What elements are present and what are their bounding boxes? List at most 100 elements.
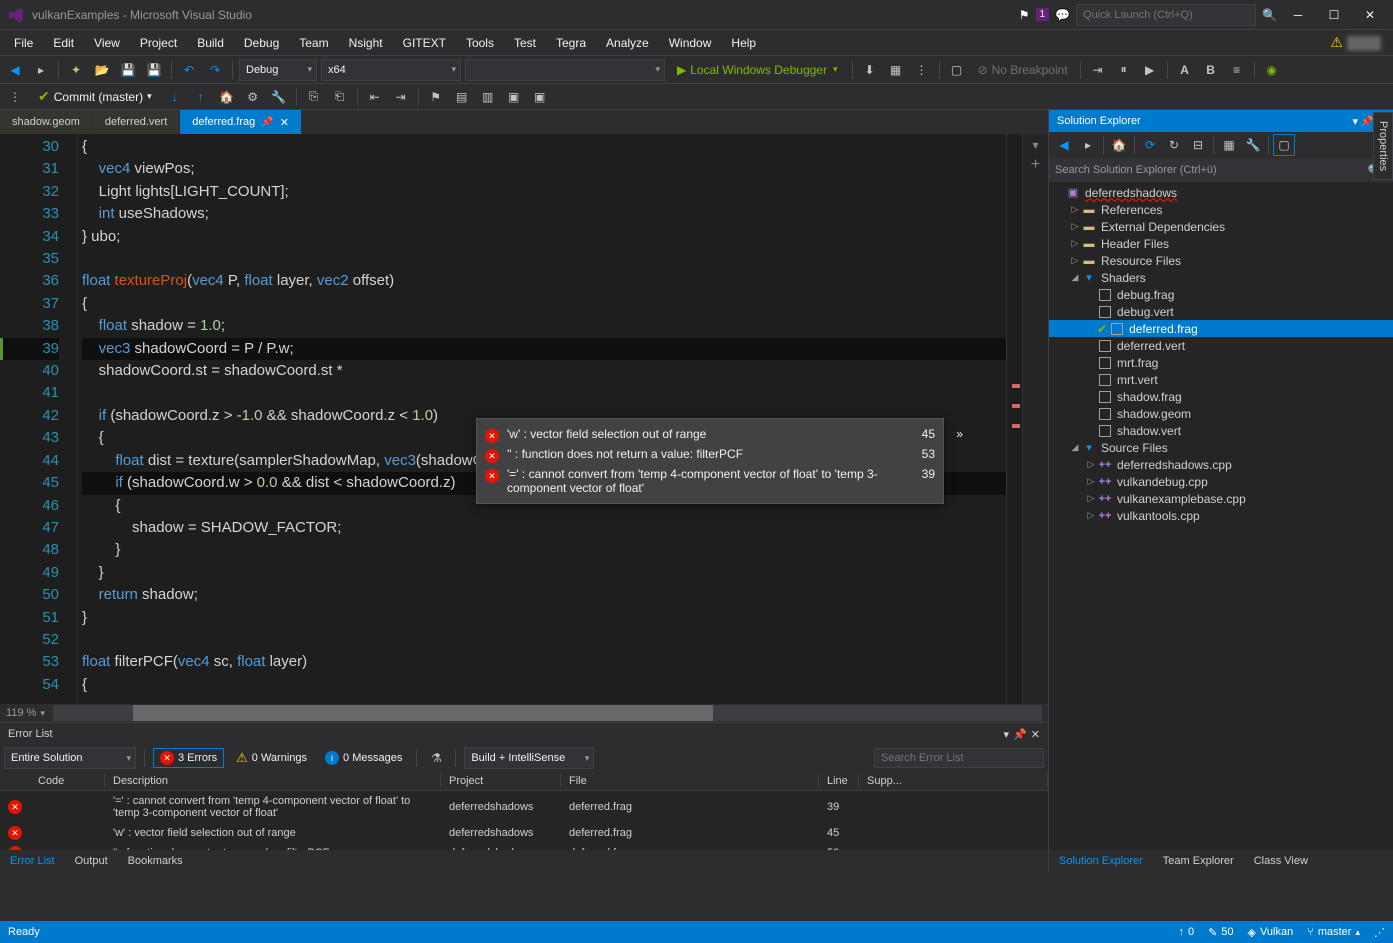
uncomment-icon[interactable]: ▥ xyxy=(477,86,499,108)
tree-file[interactable]: debug.vert xyxy=(1049,303,1393,320)
refresh-icon[interactable]: ↻ xyxy=(1163,134,1185,156)
flag2-icon[interactable]: ⚑ xyxy=(425,86,447,108)
col-file[interactable]: File xyxy=(561,775,819,787)
menu-help[interactable]: Help xyxy=(721,32,766,54)
menu-test[interactable]: Test xyxy=(504,32,546,54)
menu-edit[interactable]: Edit xyxy=(43,32,84,54)
warning-icon[interactable]: ⚠ xyxy=(1330,34,1343,51)
tree-folder[interactable]: ▷▬External Dependencies xyxy=(1049,218,1393,235)
menu-team[interactable]: Team xyxy=(289,32,338,54)
scope-combo[interactable]: Entire Solution xyxy=(4,747,136,769)
more-icon[interactable]: » xyxy=(956,427,963,441)
tab-output[interactable]: Output xyxy=(65,852,118,870)
comment-icon[interactable]: ▤ xyxy=(451,86,473,108)
tree-folder-shaders[interactable]: ◢▾Shaders xyxy=(1049,269,1393,286)
dbg2-icon[interactable]: ⏸ xyxy=(1113,59,1135,81)
col-project[interactable]: Project xyxy=(441,775,561,787)
nav-back-icon[interactable]: ◀ xyxy=(4,59,26,81)
nav-back-icon[interactable]: ◀ xyxy=(1053,134,1075,156)
platform-combo[interactable]: x64 xyxy=(321,59,461,81)
tab-bookmarks[interactable]: Bookmarks xyxy=(118,852,193,870)
box1-icon[interactable]: ▣ xyxy=(503,86,525,108)
text-b-icon[interactable]: B xyxy=(1200,59,1222,81)
nav-fwd-icon[interactable]: ▸ xyxy=(30,59,52,81)
save-icon[interactable]: 💾 xyxy=(117,59,139,81)
window-icon[interactable]: ▢ xyxy=(946,59,968,81)
error-row[interactable]: ✕ '' : function does not return a value:… xyxy=(0,843,1048,850)
error-row[interactable]: ✕ 'w' : vector field selection out of ra… xyxy=(0,823,1048,843)
add-icon[interactable]: + xyxy=(1031,156,1040,174)
tab-class-view[interactable]: Class View xyxy=(1244,852,1318,870)
error-search-input[interactable] xyxy=(874,748,1044,768)
dropdown-icon[interactable]: ▾ xyxy=(1004,728,1010,741)
tree-file[interactable]: ▷++deferredshadows.cpp xyxy=(1049,456,1393,473)
zoom-level[interactable]: 119 % xyxy=(6,707,36,719)
status-lang[interactable]: ◈Vulkan xyxy=(1248,926,1294,939)
git-gear-icon[interactable]: ⚙ xyxy=(242,86,264,108)
tab-team-explorer[interactable]: Team Explorer xyxy=(1153,852,1244,870)
dbg3-icon[interactable]: ▶ xyxy=(1139,59,1161,81)
tree-file[interactable]: ✔deferred.frag xyxy=(1049,320,1393,337)
build-combo[interactable]: Build + IntelliSense xyxy=(464,747,594,769)
tree-file[interactable]: mrt.vert xyxy=(1049,371,1393,388)
tree-root[interactable]: ▣deferredshadows xyxy=(1049,184,1393,201)
sync-icon[interactable]: ⟳ xyxy=(1139,134,1161,156)
box2-icon[interactable]: ▣ xyxy=(529,86,551,108)
nav-fwd-icon[interactable]: ▸ xyxy=(1077,134,1099,156)
tree-file[interactable]: ▷++vulkanexamplebase.cpp xyxy=(1049,490,1393,507)
feedback-icon[interactable]: 💬 xyxy=(1055,8,1070,22)
bm2-icon[interactable]: ⎗ xyxy=(329,86,351,108)
tree-folder[interactable]: ▷▬Resource Files xyxy=(1049,252,1393,269)
dropdown-icon[interactable]: ▾ xyxy=(1353,115,1359,128)
maximize-button[interactable]: ☐ xyxy=(1319,4,1349,26)
indent2-icon[interactable]: ⇥ xyxy=(390,86,412,108)
tab-deferred-vert[interactable]: deferred.vert xyxy=(93,110,180,134)
tree-file[interactable]: shadow.geom xyxy=(1049,405,1393,422)
col-code[interactable]: Code xyxy=(30,775,105,787)
tree-file[interactable]: shadow.vert xyxy=(1049,422,1393,439)
h-scrollbar[interactable] xyxy=(53,705,1042,721)
col-desc[interactable]: Description xyxy=(105,775,441,787)
tree-file[interactable]: shadow.frag xyxy=(1049,388,1393,405)
open-icon[interactable]: 📂 xyxy=(91,59,113,81)
overview-ruler[interactable] xyxy=(1006,134,1022,704)
menu-nsight[interactable]: Nsight xyxy=(339,32,393,54)
collapse-icon[interactable]: ⊟ xyxy=(1187,134,1209,156)
tab-shadow-geom[interactable]: shadow.geom xyxy=(0,110,93,134)
pin-icon[interactable]: 📌 xyxy=(1360,115,1374,128)
search-icon[interactable]: 🔍 xyxy=(1262,8,1277,22)
minimize-button[interactable]: ─ xyxy=(1283,4,1313,26)
col-line[interactable]: Line xyxy=(819,775,859,787)
list-icon[interactable]: ≡ xyxy=(1226,59,1248,81)
warnings-filter[interactable]: ⚠0 Warnings xyxy=(230,748,313,768)
layout-icon[interactable]: ▦ xyxy=(885,59,907,81)
preview-icon[interactable]: ▢ xyxy=(1273,134,1295,156)
git-home-icon[interactable]: 🏠 xyxy=(216,86,238,108)
start-debug-button[interactable]: ▶ Local Windows Debugger ▾ xyxy=(669,63,846,77)
indent1-icon[interactable]: ⇤ xyxy=(364,86,386,108)
split-icon[interactable]: ▾ xyxy=(1032,138,1038,152)
step-icon[interactable]: ⬇ xyxy=(859,59,881,81)
bm-icon[interactable]: ⎘ xyxy=(303,86,325,108)
text-a-icon[interactable]: A xyxy=(1174,59,1196,81)
messages-filter[interactable]: i0 Messages xyxy=(319,749,408,767)
errors-filter[interactable]: ✕3 Errors xyxy=(153,748,224,768)
menu-analyze[interactable]: Analyze xyxy=(596,32,659,54)
properties-icon[interactable]: 🔧 xyxy=(1242,134,1264,156)
close-button[interactable]: ✕ xyxy=(1355,4,1385,26)
pin-icon[interactable]: 📌 xyxy=(1013,728,1027,741)
menu-file[interactable]: File xyxy=(4,32,43,54)
redo-icon[interactable]: ↷ xyxy=(204,59,226,81)
properties-tab[interactable]: Properties xyxy=(1373,112,1393,180)
menu-view[interactable]: View xyxy=(84,32,130,54)
undo-icon[interactable]: ↶ xyxy=(178,59,200,81)
tree-folder[interactable]: ▷▬Header Files xyxy=(1049,235,1393,252)
startup-combo[interactable] xyxy=(465,59,665,81)
flag-icon[interactable]: ⚑ xyxy=(1019,8,1030,22)
status-changes[interactable]: ✎50 xyxy=(1208,926,1233,939)
showall-icon[interactable]: ▦ xyxy=(1218,134,1240,156)
tree-folder[interactable]: ▷▬References xyxy=(1049,201,1393,218)
misc-icon[interactable]: ⋮ xyxy=(911,59,933,81)
tab-deferred-frag[interactable]: deferred.frag📌✕ xyxy=(180,110,302,134)
save-all-icon[interactable]: 💾 xyxy=(143,59,165,81)
